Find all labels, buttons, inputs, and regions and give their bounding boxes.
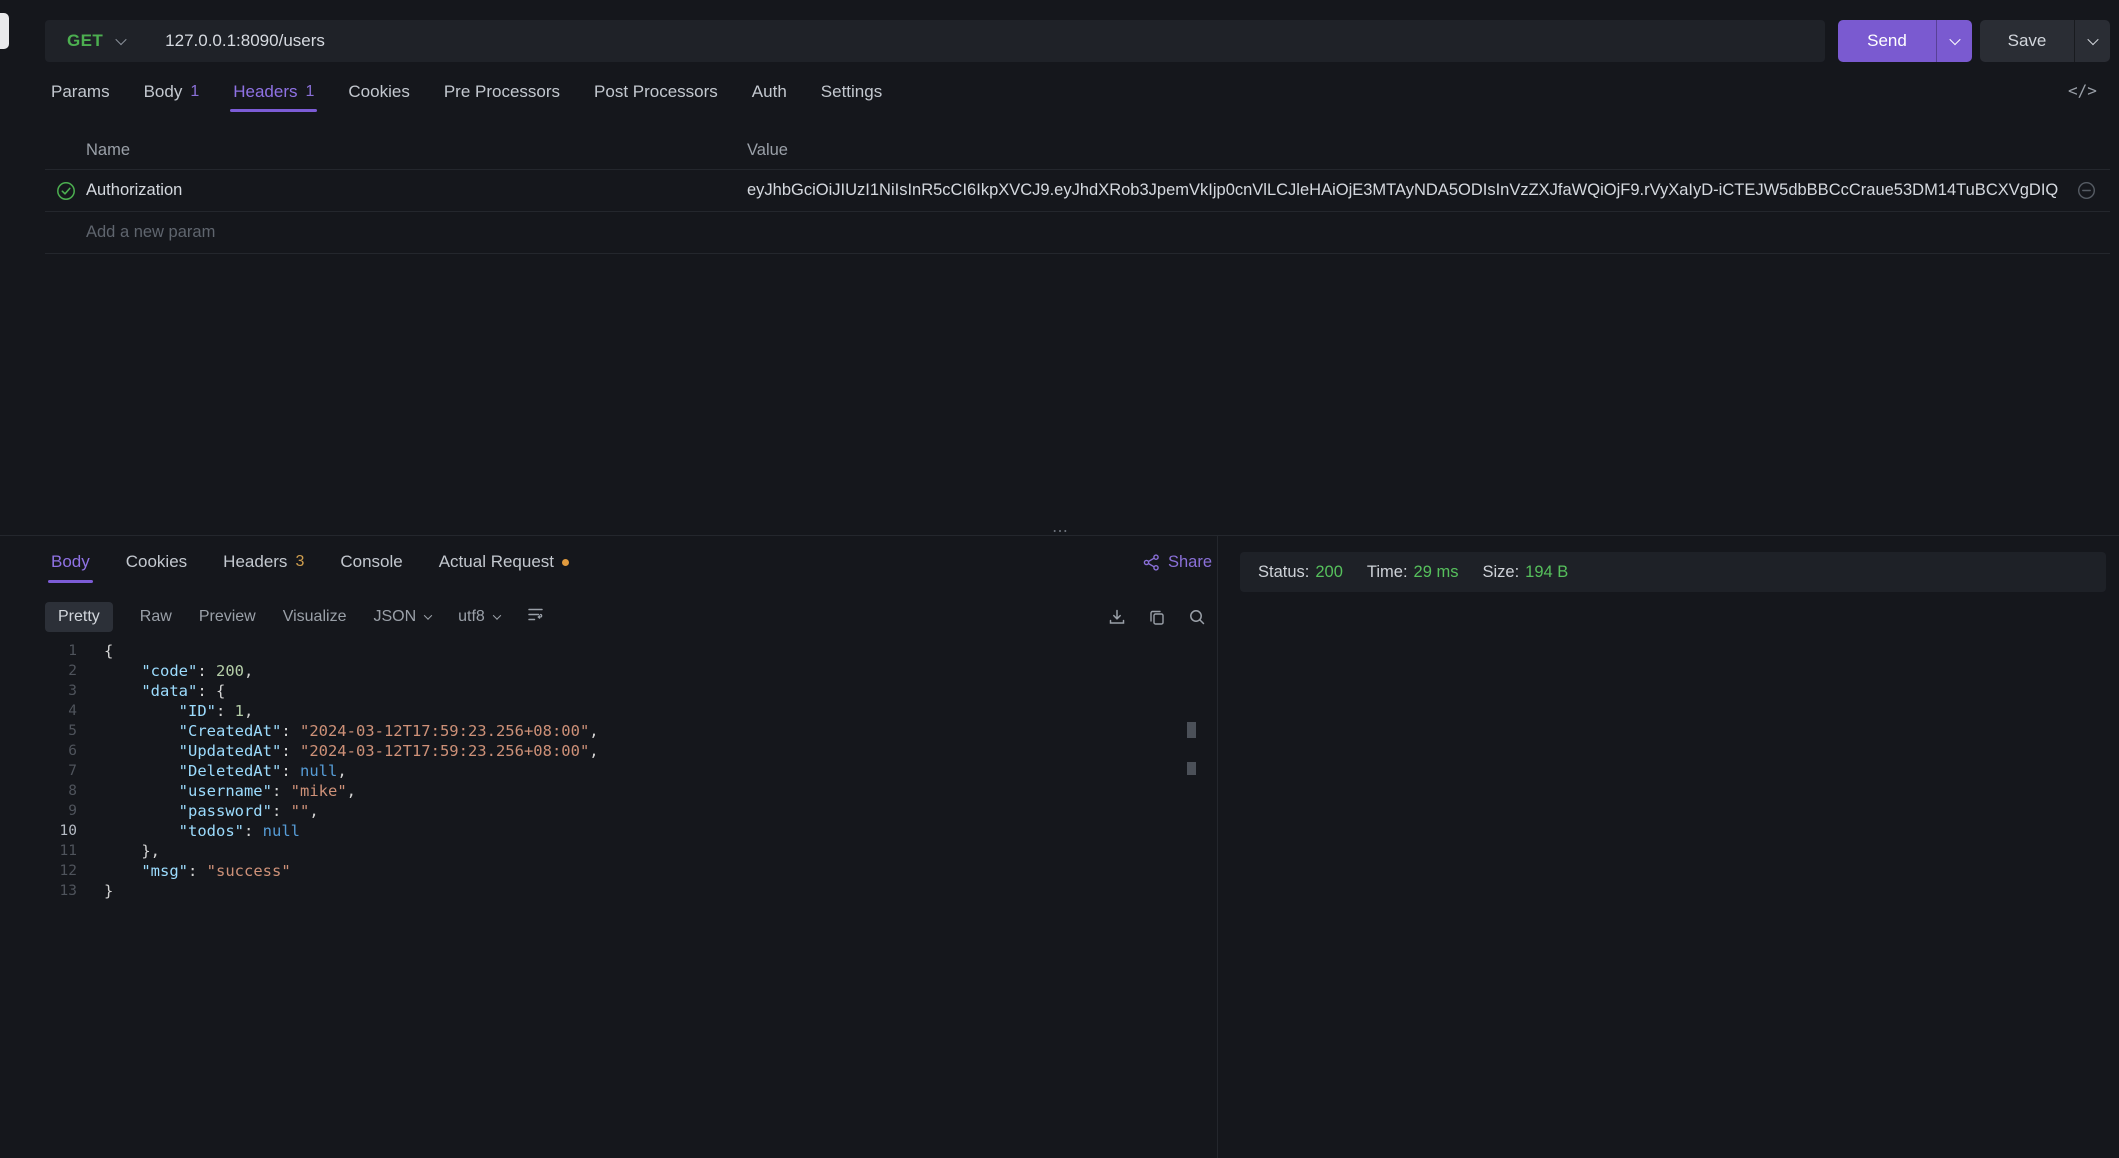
save-button-group: Save <box>1980 20 2110 62</box>
response-tab-bar: Body Cookies Headers3 Console Actual Req… <box>51 541 569 583</box>
wrap-lines-icon[interactable] <box>527 606 544 628</box>
code-view-icon[interactable]: </> <box>2068 81 2097 100</box>
response-vertical-divider <box>1217 536 1218 1158</box>
tab-cookies[interactable]: Cookies <box>348 72 409 112</box>
encoding-select[interactable]: utf8 <box>458 608 500 626</box>
chevron-down-icon <box>424 611 432 619</box>
url-input[interactable]: 127.0.0.1:8090/users <box>165 31 325 51</box>
tab-response-headers[interactable]: Headers3 <box>223 541 304 583</box>
code-line: 1{ <box>45 641 1205 661</box>
header-enabled-toggle[interactable] <box>45 181 86 201</box>
request-url-bar: GET 127.0.0.1:8090/users <box>45 20 1825 62</box>
column-header-value: Value <box>747 141 2110 160</box>
sidebar-collapse-handle[interactable] <box>0 13 9 49</box>
size-group: Size:194 B <box>1482 563 1568 582</box>
format-select[interactable]: JSON <box>373 608 431 626</box>
tab-post-processors[interactable]: Post Processors <box>594 72 718 112</box>
view-pretty-button[interactable]: Pretty <box>45 602 113 632</box>
tab-response-body[interactable]: Body <box>51 541 90 583</box>
code-line: 9 "password": "", <box>45 801 1205 821</box>
tab-auth[interactable]: Auth <box>752 72 787 112</box>
add-param-placeholder: Add a new param <box>45 223 215 242</box>
tab-settings[interactable]: Settings <box>821 72 882 112</box>
response-view-toolbar: Pretty Raw Preview Visualize JSON utf8 <box>45 597 544 637</box>
search-icon[interactable] <box>1188 608 1206 626</box>
size-value: 194 B <box>1525 563 1568 581</box>
request-tab-bar: Params Body1 Headers1 Cookies Pre Proces… <box>51 72 882 112</box>
save-button[interactable]: Save <box>1980 20 2074 62</box>
status-value: 200 <box>1315 563 1343 581</box>
code-line: 12 "msg": "success" <box>45 861 1205 881</box>
code-line: 11 }, <box>45 841 1205 861</box>
status-group: Status:200 <box>1258 563 1343 582</box>
headers-table: Name Value Authorization eyJhbGciOiJIUzI… <box>45 132 2110 254</box>
table-row: Authorization eyJhbGciOiJIUzI1NiIsInR5cC… <box>45 170 2110 212</box>
tab-response-cookies[interactable]: Cookies <box>126 541 187 583</box>
code-line: 10 "todos": null <box>45 821 1205 841</box>
save-dropdown-button[interactable] <box>2074 20 2110 62</box>
minus-circle-icon <box>2077 181 2096 200</box>
add-param-row[interactable]: Add a new param <box>45 212 2110 254</box>
view-raw-button[interactable]: Raw <box>140 608 172 626</box>
code-line: 2 "code": 200, <box>45 661 1205 681</box>
code-line: 6 "UpdatedAt": "2024-03-12T17:59:23.256+… <box>45 741 1205 761</box>
tab-pre-processors[interactable]: Pre Processors <box>444 72 560 112</box>
view-preview-button[interactable]: Preview <box>199 608 256 626</box>
tab-headers[interactable]: Headers1 <box>233 72 314 112</box>
time-group: Time:29 ms <box>1367 563 1459 582</box>
status-dot <box>562 559 569 566</box>
response-action-icons <box>1108 597 1206 637</box>
send-dropdown-button[interactable] <box>1936 20 1972 62</box>
chevron-down-icon <box>493 611 501 619</box>
code-editor[interactable]: 1{2 "code": 200,3 "data": {4 "ID": 1,5 "… <box>45 641 1205 901</box>
headers-count-badge: 1 <box>306 83 315 101</box>
scrollbar-mark <box>1187 762 1196 775</box>
code-line: 4 "ID": 1, <box>45 701 1205 721</box>
tab-params[interactable]: Params <box>51 72 110 112</box>
tab-response-console[interactable]: Console <box>340 541 402 583</box>
send-button-group: Send <box>1838 20 1972 62</box>
send-button[interactable]: Send <box>1838 20 1936 62</box>
code-line: 13} <box>45 881 1205 901</box>
share-icon <box>1143 554 1160 571</box>
share-button[interactable]: Share <box>1143 541 1212 583</box>
code-line: 5 "CreatedAt": "2024-03-12T17:59:23.256+… <box>45 721 1205 741</box>
view-visualize-button[interactable]: Visualize <box>283 608 347 626</box>
column-header-name: Name <box>86 141 747 160</box>
body-count-badge: 1 <box>190 83 199 101</box>
download-icon[interactable] <box>1108 608 1126 626</box>
tab-actual-request[interactable]: Actual Request <box>439 541 569 583</box>
code-line: 7 "DeletedAt": null, <box>45 761 1205 781</box>
scrollbar-mark <box>1187 722 1196 738</box>
chevron-down-icon <box>1949 34 1960 45</box>
method-selector[interactable]: GET <box>45 31 103 51</box>
tab-body[interactable]: Body1 <box>144 72 200 112</box>
header-name-input[interactable]: Authorization <box>86 181 747 200</box>
resize-handle-icon[interactable]: ⋯ <box>1052 521 1070 541</box>
chevron-down-icon[interactable] <box>117 32 125 50</box>
time-value: 29 ms <box>1414 563 1459 581</box>
copy-icon[interactable] <box>1148 608 1166 626</box>
check-circle-icon <box>56 181 76 201</box>
code-line: 3 "data": { <box>45 681 1205 701</box>
chevron-down-icon <box>2087 34 2098 45</box>
code-line: 8 "username": "mike", <box>45 781 1205 801</box>
headers-table-header: Name Value <box>45 132 2110 170</box>
response-status-bar: Status:200 Time:29 ms Size:194 B <box>1240 552 2106 592</box>
remove-row-button[interactable] <box>2062 181 2110 200</box>
header-value-input[interactable]: eyJhbGciOiJIUzI1NiIsInR5cCI6IkpXVCJ9.eyJ… <box>747 181 2062 200</box>
response-headers-count-badge: 3 <box>295 553 304 571</box>
